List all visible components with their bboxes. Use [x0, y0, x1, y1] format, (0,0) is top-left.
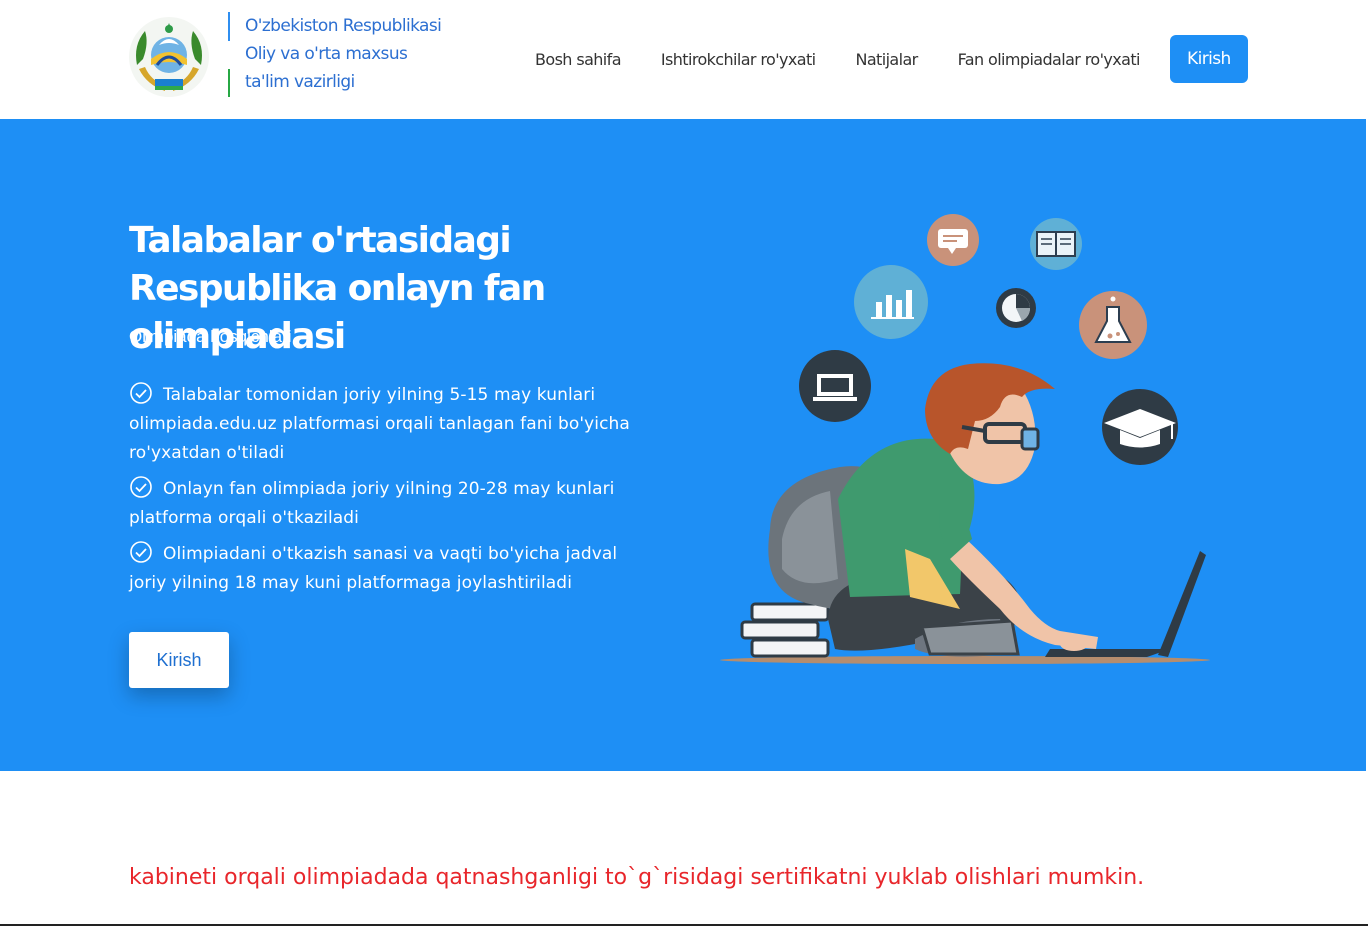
announcement-marquee: kabineti orqali olimpiadada qatnashganli…: [129, 865, 1145, 890]
hero-login-button[interactable]: Kirish: [129, 632, 229, 688]
student-laptop-illustration: [720, 214, 1210, 664]
olympiad-steps: Talabalar tomonidan joriy yilning 5-15 m…: [129, 381, 659, 605]
book-icon: [1030, 218, 1082, 270]
hero-subtitle: Olimpiada bosqichlari: [129, 327, 292, 346]
ministry-line-3: ta'lim vazirligi: [245, 72, 355, 92]
nav-results[interactable]: Natijalar: [855, 50, 918, 69]
nav-home[interactable]: Bosh sahifa: [535, 50, 622, 69]
check-circle-icon: [130, 541, 152, 563]
nav-participants[interactable]: Ishtirokchilar ro'yxati: [661, 50, 816, 69]
site-header: O'zbekiston Respublikasi Oliy va o'rta m…: [0, 0, 1368, 119]
step-item: Olimpiadani o'tkazish sanasi va vaqti bo…: [129, 540, 659, 598]
pie-chart-icon: [996, 288, 1036, 328]
step-text: Onlayn fan olimpiada joriy yilning 20-28…: [129, 479, 615, 528]
graduation-cap-icon: [1102, 389, 1178, 465]
laptop-icon: [799, 350, 871, 422]
ministry-line-1: O'zbekiston Respublikasi: [245, 16, 442, 36]
check-circle-icon: [130, 382, 152, 404]
flask-icon: [1079, 291, 1147, 359]
flag-stripe-white: [228, 41, 230, 69]
main-nav: Bosh sahifa Ishtirokchilar ro'yxati Nati…: [535, 35, 1248, 83]
nav-olympiad-list[interactable]: Fan olimpiadalar ro'yxati: [958, 50, 1141, 69]
bar-chart-icon: [854, 265, 928, 339]
check-circle-icon: [130, 476, 152, 498]
book-stack: [740, 602, 830, 658]
flag-stripe-blue: [228, 12, 230, 41]
hero-section: Talabalar o'rtasidagi Respublika onlayn …: [0, 119, 1368, 771]
step-text: Talabalar tomonidan joriy yilning 5-15 m…: [129, 385, 630, 463]
ministry-name: O'zbekiston Respublikasi Oliy va o'rta m…: [228, 12, 442, 98]
chat-icon: [927, 214, 979, 266]
ministry-line-2: Oliy va o'rta maxsus: [245, 44, 408, 64]
flag-stripe-green: [228, 69, 230, 97]
step-text: Olimpiadani o'tkazish sanasi va vaqti bo…: [129, 544, 618, 593]
step-item: Onlayn fan olimpiada joriy yilning 20-28…: [129, 475, 659, 533]
step-item: Talabalar tomonidan joriy yilning 5-15 m…: [129, 381, 659, 468]
login-button[interactable]: Kirish: [1169, 35, 1248, 83]
state-emblem[interactable]: [127, 15, 211, 99]
